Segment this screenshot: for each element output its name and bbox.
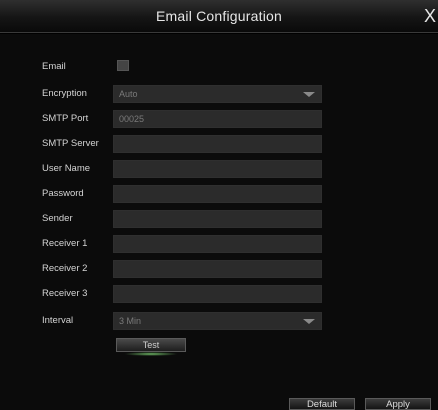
form-area: Email Encryption Auto SMTP Port 00025 SM… bbox=[0, 34, 438, 410]
title-bar: Email Configuration X bbox=[0, 0, 438, 33]
interval-row: Interval 3 Min bbox=[0, 312, 438, 330]
encryption-select[interactable]: Auto bbox=[113, 85, 322, 103]
smtp-server-row: SMTP Server bbox=[0, 135, 438, 153]
chevron-down-icon bbox=[303, 319, 315, 324]
close-icon[interactable]: X bbox=[422, 6, 438, 26]
default-button[interactable]: Default bbox=[289, 398, 355, 410]
receiver-3-row: Receiver 3 bbox=[0, 285, 438, 303]
user-name-row: User Name bbox=[0, 160, 438, 178]
password-input[interactable] bbox=[113, 185, 322, 203]
email-checkbox[interactable] bbox=[117, 60, 129, 71]
sender-input[interactable] bbox=[113, 210, 322, 228]
sender-label: Sender bbox=[42, 213, 73, 224]
encryption-row: Encryption Auto bbox=[0, 85, 438, 103]
smtp-port-input[interactable]: 00025 bbox=[113, 110, 322, 128]
receiver-1-label: Receiver 1 bbox=[42, 238, 88, 249]
email-configuration-window: Email Configuration X Email Encryption A… bbox=[0, 0, 438, 410]
receiver-1-row: Receiver 1 bbox=[0, 235, 438, 253]
password-row: Password bbox=[0, 185, 438, 203]
receiver-3-label: Receiver 3 bbox=[42, 288, 88, 299]
test-button[interactable]: Test bbox=[116, 338, 186, 352]
sender-row: Sender bbox=[0, 210, 438, 228]
test-button-glow bbox=[124, 352, 178, 356]
email-label: Email bbox=[42, 61, 66, 72]
email-row: Email bbox=[0, 58, 438, 76]
user-name-label: User Name bbox=[42, 163, 91, 174]
interval-value: 3 Min bbox=[119, 316, 142, 326]
receiver-1-input[interactable] bbox=[113, 235, 322, 253]
interval-label: Interval bbox=[42, 315, 74, 326]
smtp-server-label: SMTP Server bbox=[42, 138, 99, 149]
password-label: Password bbox=[42, 188, 84, 199]
smtp-port-row: SMTP Port 00025 bbox=[0, 110, 438, 128]
chevron-down-icon bbox=[303, 92, 315, 97]
apply-button[interactable]: Apply bbox=[365, 398, 431, 410]
smtp-server-input[interactable] bbox=[113, 135, 322, 153]
smtp-port-label: SMTP Port bbox=[42, 113, 89, 124]
receiver-2-row: Receiver 2 bbox=[0, 260, 438, 278]
encryption-label: Encryption bbox=[42, 88, 87, 99]
interval-select[interactable]: 3 Min bbox=[113, 312, 322, 330]
receiver-2-input[interactable] bbox=[113, 260, 322, 278]
receiver-3-input[interactable] bbox=[113, 285, 322, 303]
window-title: Email Configuration bbox=[156, 8, 282, 24]
encryption-value: Auto bbox=[119, 89, 138, 99]
receiver-2-label: Receiver 2 bbox=[42, 263, 88, 274]
user-name-input[interactable] bbox=[113, 160, 322, 178]
